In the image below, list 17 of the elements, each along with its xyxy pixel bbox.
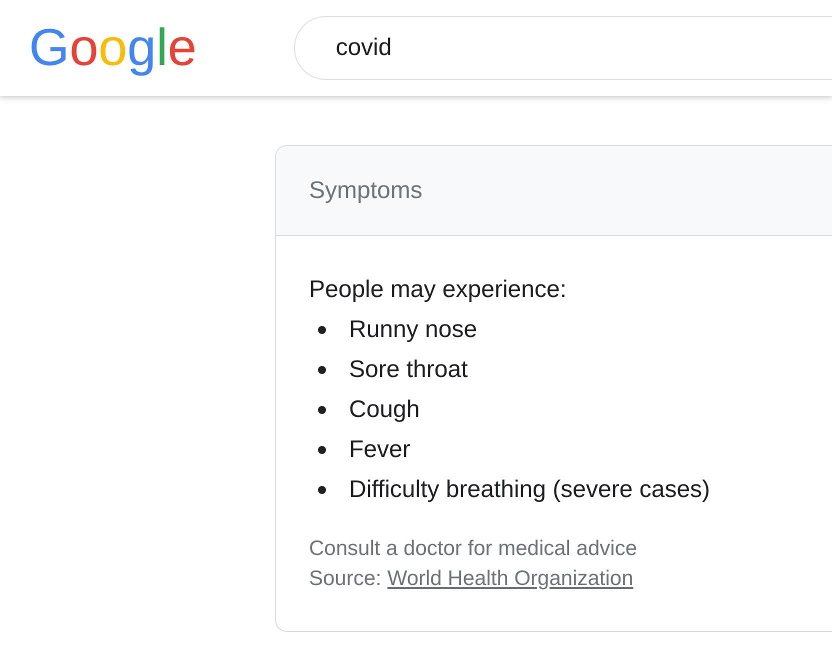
source-link[interactable]: World Health Organization	[387, 564, 634, 594]
bullet-icon	[318, 326, 326, 334]
symptom-text: Sore throat	[349, 355, 468, 385]
symptom-text: Difficulty breathing (severe cases)	[349, 475, 710, 505]
symptom-text: Cough	[349, 395, 420, 425]
advice-note: Consult a doctor for medical advice	[309, 536, 638, 562]
bullet-icon	[318, 406, 326, 414]
card-title: Symptoms	[309, 176, 422, 206]
symptom-text: Runny nose	[349, 315, 478, 345]
search-field[interactable]: covid	[294, 16, 832, 80]
logo[interactable]: Google	[27, 12, 199, 84]
bullet-icon	[318, 366, 326, 374]
source-label: Source:	[309, 566, 382, 592]
intro-text: People may experience:	[309, 275, 568, 305]
symptom-text: Fever	[349, 435, 410, 465]
bullet-icon	[318, 446, 326, 454]
bullet-icon	[318, 486, 326, 494]
